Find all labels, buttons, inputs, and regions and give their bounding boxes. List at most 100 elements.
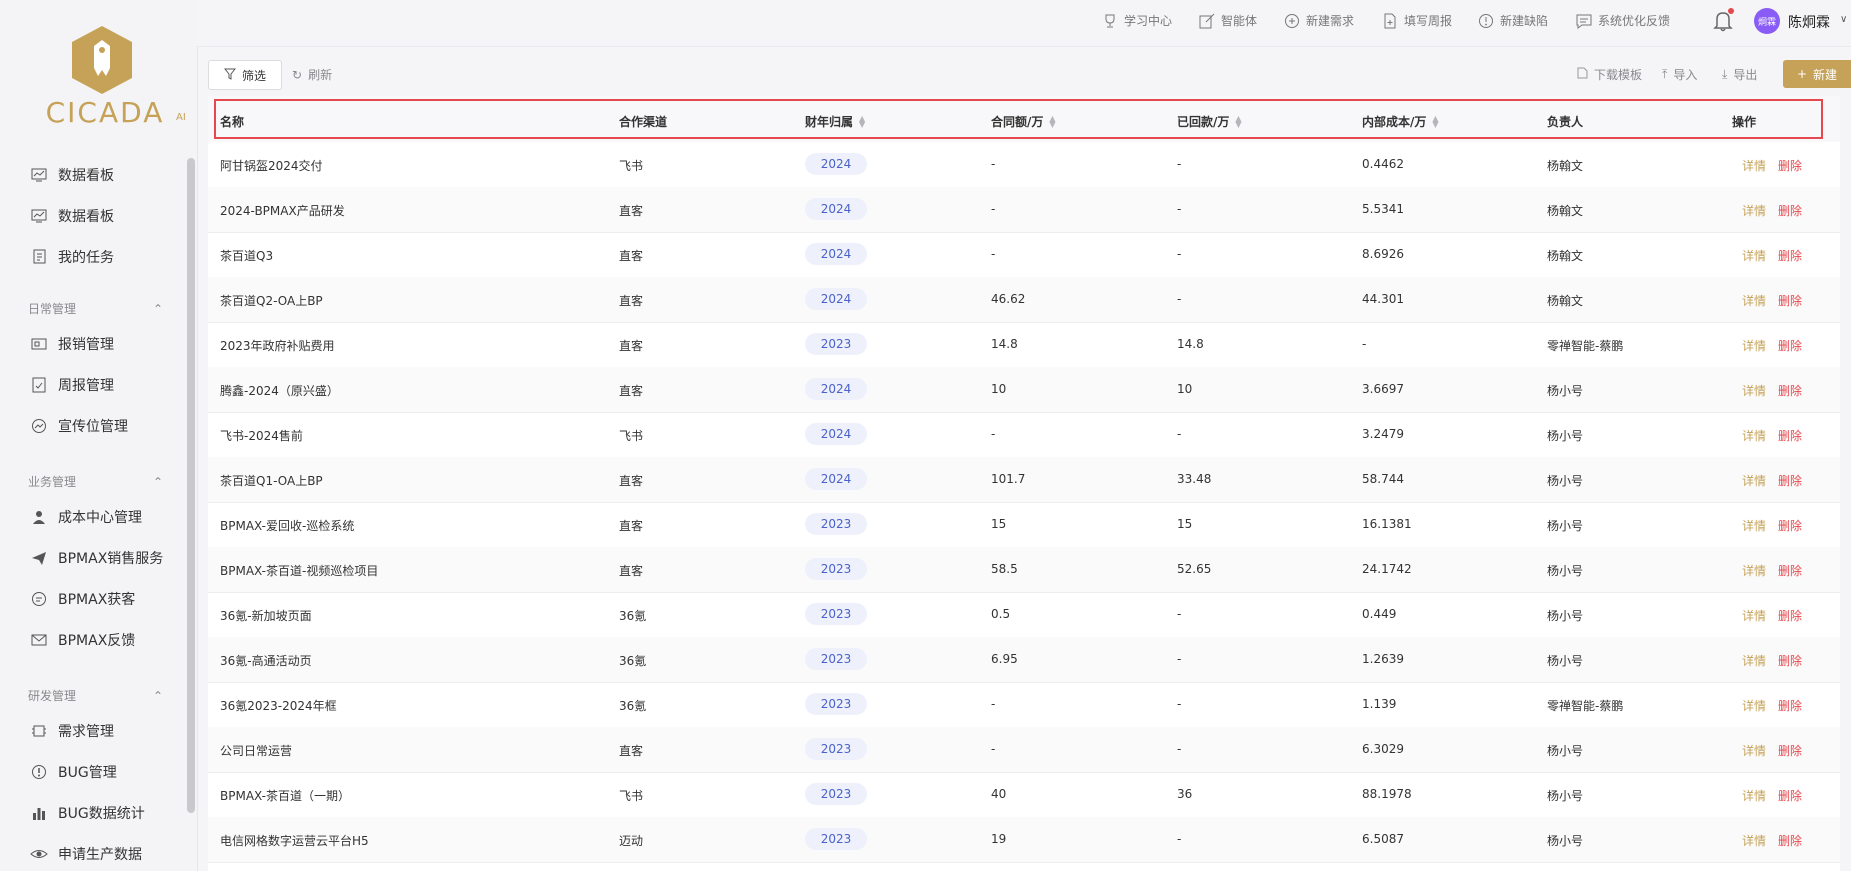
sidebar-item-my-tasks[interactable]: 我的任务 <box>30 243 114 271</box>
chevron-down-icon[interactable]: ∨ <box>1840 14 1847 25</box>
sidebar-item-production-data[interactable]: 申请生产数据 <box>30 840 142 868</box>
table-row[interactable]: 茶百道Q3 直客 - - 8.6926 杨翰文 2024 详情 删除 <box>208 232 1840 278</box>
table-row[interactable]: 腾鑫-2024（原兴盛） 直客 10 10 3.6697 杨小号 2024 详情 删除 <box>208 367 1840 413</box>
delete-link[interactable]: 删除 <box>1778 202 1802 219</box>
learning-center-link[interactable]: 学习中心 <box>1102 12 1172 29</box>
table-row[interactable]: 2024-BPMAX产品研发 直客 - - 5.5341 杨翰文 2024 详情 删除 <box>208 187 1840 233</box>
sidebar-item-expense[interactable]: 报销管理 <box>30 330 114 358</box>
delete-link[interactable]: 删除 <box>1778 472 1802 489</box>
agent-link[interactable]: 智能体 <box>1199 12 1257 29</box>
sort-icon[interactable]: ▲ ▼ <box>1432 114 1438 128</box>
column-header-fiscal-year[interactable]: 财年归属 ▲ ▼ <box>805 113 865 130</box>
sidebar-item-bpmax-sales[interactable]: BPMAX销售服务 <box>30 544 163 572</box>
cell-name: 茶百道Q1-OA上BP <box>220 474 323 488</box>
sidebar-item-cost-center[interactable]: 成本中心管理 <box>30 503 142 531</box>
sort-icon[interactable]: ▲ ▼ <box>1049 114 1055 128</box>
table-row[interactable]: BPMAX-茶百道（一期） 飞书 40 36 88.1978 杨小号 2023 详情 删除 <box>208 772 1840 818</box>
table-row[interactable]: 公司日常运营 直客 - - 6.3029 杨小号 2023 详情 删除 <box>208 727 1840 773</box>
sidebar-item-dashboard-2[interactable]: 数据看板 <box>30 202 114 230</box>
detail-link[interactable]: 详情 <box>1742 382 1766 399</box>
cell-internal-cost: 1.139 <box>1362 697 1397 711</box>
username[interactable]: 陈炯霖 <box>1788 12 1830 32</box>
delete-link[interactable]: 删除 <box>1778 697 1802 714</box>
sidebar-item-dashboard[interactable]: 数据看板 <box>30 161 114 189</box>
filter-button[interactable]: 筛选 <box>208 60 282 90</box>
sidebar-item-requirements[interactable]: 需求管理 <box>30 717 114 745</box>
avatar[interactable]: 炯霖 <box>1754 8 1780 34</box>
detail-link[interactable]: 详情 <box>1742 292 1766 309</box>
delete-link[interactable]: 删除 <box>1778 742 1802 759</box>
column-header-actions: 操作 <box>1732 115 1757 129</box>
detail-link[interactable]: 详情 <box>1742 427 1766 444</box>
delete-link[interactable]: 删除 <box>1778 427 1802 444</box>
detail-link[interactable]: 详情 <box>1742 472 1766 489</box>
group-rd-management[interactable]: 研发管理 ⌃ <box>28 687 163 704</box>
sidebar-item-bug-management[interactable]: BUG管理 <box>30 758 117 786</box>
delete-link[interactable]: 删除 <box>1778 787 1802 804</box>
new-defect-link[interactable]: 新建缺陷 <box>1478 12 1548 29</box>
cell-name: 电信网格数字运营云平台H5 <box>220 834 369 848</box>
detail-link[interactable]: 详情 <box>1742 787 1766 804</box>
sidebar-item-bpmax-feedback[interactable]: BPMAX反馈 <box>30 626 135 654</box>
table-row[interactable]: 茶百道Q1-OA上BP 直客 101.7 33.48 58.744 杨小号 2024 详情 删除 <box>208 457 1840 503</box>
refresh-icon: ↻ <box>292 67 303 82</box>
delete-link[interactable]: 删除 <box>1778 607 1802 624</box>
cell-internal-cost: 3.6697 <box>1362 382 1404 396</box>
detail-link[interactable]: 详情 <box>1742 607 1766 624</box>
import-button[interactable]: ⤒ 导入 <box>1662 66 1697 83</box>
cell-name: BPMAX-爱回收-巡检系统 <box>220 519 355 533</box>
new-requirement-link[interactable]: 新建需求 <box>1284 12 1354 29</box>
delete-link[interactable]: 删除 <box>1778 157 1802 174</box>
delete-link[interactable]: 删除 <box>1778 652 1802 669</box>
group-business-management[interactable]: 业务管理 ⌃ <box>28 473 163 490</box>
export-button[interactable]: ⤓ 导出 <box>1722 66 1757 83</box>
sidebar-item-bpmax-acquisition[interactable]: BPMAX获客 <box>30 585 135 613</box>
detail-link[interactable]: 详情 <box>1742 517 1766 534</box>
detail-link[interactable]: 详情 <box>1742 157 1766 174</box>
refresh-button[interactable]: ↻ 刷新 <box>292 66 332 83</box>
table-row[interactable]: BPMAX-茶百道-视频巡检项目 直客 58.5 52.65 24.1742 杨小号 202… <box>208 547 1840 593</box>
delete-link[interactable]: 删除 <box>1778 562 1802 579</box>
delete-link[interactable]: 删除 <box>1778 832 1802 849</box>
table-row[interactable]: 电信网格数字运营云平台H5 迈动 19 - 6.5087 杨小号 2023 详情 删除 <box>208 817 1840 863</box>
detail-link[interactable]: 详情 <box>1742 652 1766 669</box>
table-row[interactable]: 36氪-新加坡页面 36氪 0.5 - 0.449 杨小号 2023 详情 删除 <box>208 592 1840 638</box>
download-template-button[interactable]: 下载模板 <box>1577 66 1642 83</box>
table-header: 名称 合作渠道 财年归属 ▲ ▼ 合同额/万 ▲ ▼ 已回款/万 ▲ ▼ 内部成本/万 ▲ ▼ … <box>208 96 1840 142</box>
detail-link[interactable]: 详情 <box>1742 832 1766 849</box>
sort-icon[interactable]: ▲ ▼ <box>859 114 865 128</box>
sidebar-item-promotion[interactable]: 宣传位管理 <box>30 412 128 440</box>
cell-channel: 36氪 <box>619 609 647 623</box>
delete-link[interactable]: 删除 <box>1778 292 1802 309</box>
fill-weekly-report-link[interactable]: 填写周报 <box>1382 12 1452 29</box>
column-header-received[interactable]: 已回款/万 ▲ ▼ <box>1177 113 1242 130</box>
sidebar-item-bug-stats[interactable]: BUG数据统计 <box>30 799 145 827</box>
cell-received: - <box>1177 652 1182 666</box>
table-row[interactable]: 飞书-2024售前 飞书 - - 3.2479 杨小号 2024 详情 删除 <box>208 412 1840 458</box>
sidebar-item-weekly-report[interactable]: 周报管理 <box>30 371 114 399</box>
table-row[interactable]: 2023年政府补贴费用 直客 14.8 14.8 - 零禅智能-蔡鹏 2023 详情 删除 <box>208 322 1840 368</box>
delete-link[interactable]: 删除 <box>1778 247 1802 264</box>
delete-link[interactable]: 删除 <box>1778 337 1802 354</box>
sidebar-scrollbar[interactable] <box>187 158 195 813</box>
new-button[interactable]: + 新建 <box>1783 60 1851 88</box>
table-row[interactable]: 阿甘锅盔2024交付 飞书 - - 0.4462 杨翰文 2024 详情 删除 <box>208 142 1840 188</box>
detail-link[interactable]: 详情 <box>1742 337 1766 354</box>
table-row[interactable]: 36氪2023-2024年框 36氪 - - 1.139 零禅智能-蔡鹏 2023 详情 删除 <box>208 682 1840 728</box>
table-row[interactable]: BPMAX-爱回收-巡检系统 直客 15 15 16.1381 杨小号 2023 详情 删除 <box>208 502 1840 548</box>
detail-link[interactable]: 详情 <box>1742 247 1766 264</box>
detail-link[interactable]: 详情 <box>1742 742 1766 759</box>
detail-link[interactable]: 详情 <box>1742 202 1766 219</box>
detail-link[interactable]: 详情 <box>1742 562 1766 579</box>
column-header-internal-cost[interactable]: 内部成本/万 ▲ ▼ <box>1362 113 1439 130</box>
system-feedback-link[interactable]: 系统优化反馈 <box>1576 12 1670 29</box>
delete-link[interactable]: 删除 <box>1778 517 1802 534</box>
table-row[interactable]: 茶百道Q2-OA上BP 直客 46.62 - 44.301 杨翰文 2024 详情 删除 <box>208 277 1840 323</box>
table-row[interactable]: 36氪-高通活动页 36氪 6.95 - 1.2639 杨小号 2023 详情 删除 <box>208 637 1840 683</box>
group-daily-management[interactable]: 日常管理 ⌃ <box>28 300 163 317</box>
group-title: 业务管理 <box>28 475 77 489</box>
sort-icon[interactable]: ▲ ▼ <box>1235 114 1241 128</box>
detail-link[interactable]: 详情 <box>1742 697 1766 714</box>
delete-link[interactable]: 删除 <box>1778 382 1802 399</box>
column-header-contract[interactable]: 合同额/万 ▲ ▼ <box>991 113 1056 130</box>
